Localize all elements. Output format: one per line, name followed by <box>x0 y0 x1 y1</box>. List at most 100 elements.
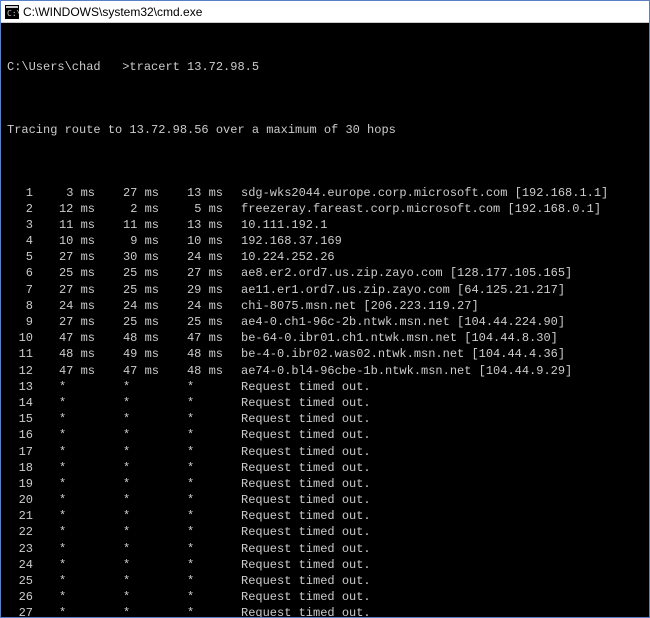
hop-number: 27 <box>7 605 35 617</box>
hop-number: 24 <box>7 557 35 573</box>
hop-host: Request timed out. <box>227 476 643 492</box>
hop-host: 10.224.252.26 <box>227 249 643 265</box>
hop-time-2: * <box>99 427 163 443</box>
hop-row: 17* * * Request timed out. <box>7 444 643 460</box>
hop-time-2: * <box>99 444 163 460</box>
hop-row: 16* * * Request timed out. <box>7 427 643 443</box>
hop-time-3: * <box>163 508 227 524</box>
hop-time-3: * <box>163 557 227 573</box>
hop-host: sdg-wks2044.europe.corp.microsoft.com [1… <box>227 185 643 201</box>
prompt-command: >tracert 13.72.98.5 <box>122 60 259 74</box>
hop-row: 27* * * Request timed out. <box>7 605 643 617</box>
hop-row: 1247 ms47 ms48 msae74-0.bl4-96cbe-1b.ntw… <box>7 363 643 379</box>
hop-number: 8 <box>7 298 35 314</box>
hop-host: Request timed out. <box>227 605 643 617</box>
hop-number: 12 <box>7 363 35 379</box>
prompt-line: C:\Users\chad >tracert 13.72.98.5 <box>7 59 643 75</box>
hop-row: 1148 ms49 ms48 msbe-4-0.ibr02.was02.ntwk… <box>7 346 643 362</box>
hop-number: 1 <box>7 185 35 201</box>
hop-host: Request timed out. <box>227 379 643 395</box>
hop-time-1: 27 ms <box>35 282 99 298</box>
hop-time-3: 27 ms <box>163 265 227 281</box>
cmd-icon: C:\ <box>5 5 19 19</box>
hop-time-2: * <box>99 411 163 427</box>
hop-host: chi-8075.msn.net [206.223.119.27] <box>227 298 643 314</box>
hop-time-2: * <box>99 508 163 524</box>
hop-time-3: 29 ms <box>163 282 227 298</box>
hop-host: Request timed out. <box>227 395 643 411</box>
hop-time-3: * <box>163 541 227 557</box>
hop-row: 25* * * Request timed out. <box>7 573 643 589</box>
hop-time-2: 25 ms <box>99 314 163 330</box>
hop-time-2: 11 ms <box>99 217 163 233</box>
trace-header: Tracing route to 13.72.98.56 over a maxi… <box>7 122 643 138</box>
hop-time-1: 47 ms <box>35 363 99 379</box>
hop-host: Request timed out. <box>227 411 643 427</box>
hop-host: Request timed out. <box>227 427 643 443</box>
hop-time-3: * <box>163 427 227 443</box>
hop-time-2: * <box>99 476 163 492</box>
hop-time-2: 47 ms <box>99 363 163 379</box>
hop-number: 18 <box>7 460 35 476</box>
hop-number: 13 <box>7 379 35 395</box>
hop-row: 311 ms11 ms13 ms10.111.192.1 <box>7 217 643 233</box>
hop-row: 23* * * Request timed out. <box>7 541 643 557</box>
hop-host: Request timed out. <box>227 508 643 524</box>
hop-time-2: * <box>99 605 163 617</box>
hop-host: 10.111.192.1 <box>227 217 643 233</box>
hop-time-3: 24 ms <box>163 249 227 265</box>
hop-number: 25 <box>7 573 35 589</box>
hop-host: Request timed out. <box>227 573 643 589</box>
hop-row: 13* * * Request timed out. <box>7 379 643 395</box>
hop-time-2: 25 ms <box>99 282 163 298</box>
hop-time-1: 11 ms <box>35 217 99 233</box>
hop-number: 4 <box>7 233 35 249</box>
hop-time-3: 13 ms <box>163 185 227 201</box>
hop-time-3: * <box>163 589 227 605</box>
hop-time-1: * <box>35 411 99 427</box>
hop-time-3: 48 ms <box>163 346 227 362</box>
hop-time-3: * <box>163 460 227 476</box>
hop-time-1: * <box>35 492 99 508</box>
hop-row: 212 ms2 ms5 msfreezeray.fareast.corp.mic… <box>7 201 643 217</box>
hop-time-2: * <box>99 395 163 411</box>
hop-host: ae4-0.ch1-96c-2b.ntwk.msn.net [104.44.22… <box>227 314 643 330</box>
hop-time-1: 10 ms <box>35 233 99 249</box>
svg-text:C:\: C:\ <box>7 9 19 18</box>
hop-time-3: * <box>163 444 227 460</box>
hop-row: 727 ms25 ms29 msae11.er1.ord7.us.zip.zay… <box>7 282 643 298</box>
hop-time-3: * <box>163 476 227 492</box>
hop-time-1: 27 ms <box>35 314 99 330</box>
hop-time-1: * <box>35 476 99 492</box>
hop-time-2: * <box>99 573 163 589</box>
hop-time-1: 25 ms <box>35 265 99 281</box>
hop-time-1: * <box>35 379 99 395</box>
hop-host: Request timed out. <box>227 589 643 605</box>
hop-host: Request timed out. <box>227 524 643 540</box>
hop-row: 14* * * Request timed out. <box>7 395 643 411</box>
hop-time-1: 47 ms <box>35 330 99 346</box>
terminal-output[interactable]: C:\Users\chad >tracert 13.72.98.5 Tracin… <box>1 23 649 617</box>
hop-time-1: * <box>35 508 99 524</box>
hop-number: 26 <box>7 589 35 605</box>
hop-time-2: 9 ms <box>99 233 163 249</box>
hop-time-1: 3 ms <box>35 185 99 201</box>
prompt-path: C:\Users\chad <box>7 60 101 74</box>
hop-time-2: 2 ms <box>99 201 163 217</box>
hop-row: 20* * * Request timed out. <box>7 492 643 508</box>
hop-host: Request timed out. <box>227 492 643 508</box>
hop-row: 1047 ms48 ms47 msbe-64-0.ibr01.ch1.ntwk.… <box>7 330 643 346</box>
hop-row: 26* * * Request timed out. <box>7 589 643 605</box>
hop-time-1: 27 ms <box>35 249 99 265</box>
hop-row: 22* * * Request timed out. <box>7 524 643 540</box>
hop-row: 24* * * Request timed out. <box>7 557 643 573</box>
hop-time-2: * <box>99 492 163 508</box>
hop-time-1: * <box>35 524 99 540</box>
hop-time-1: * <box>35 444 99 460</box>
title-bar[interactable]: C:\ C:\WINDOWS\system32\cmd.exe <box>1 1 649 23</box>
hop-number: 14 <box>7 395 35 411</box>
window-title: C:\WINDOWS\system32\cmd.exe <box>23 5 202 19</box>
hop-host: 192.168.37.169 <box>227 233 643 249</box>
hop-host: be-64-0.ibr01.ch1.ntwk.msn.net [104.44.8… <box>227 330 643 346</box>
hop-time-3: * <box>163 395 227 411</box>
